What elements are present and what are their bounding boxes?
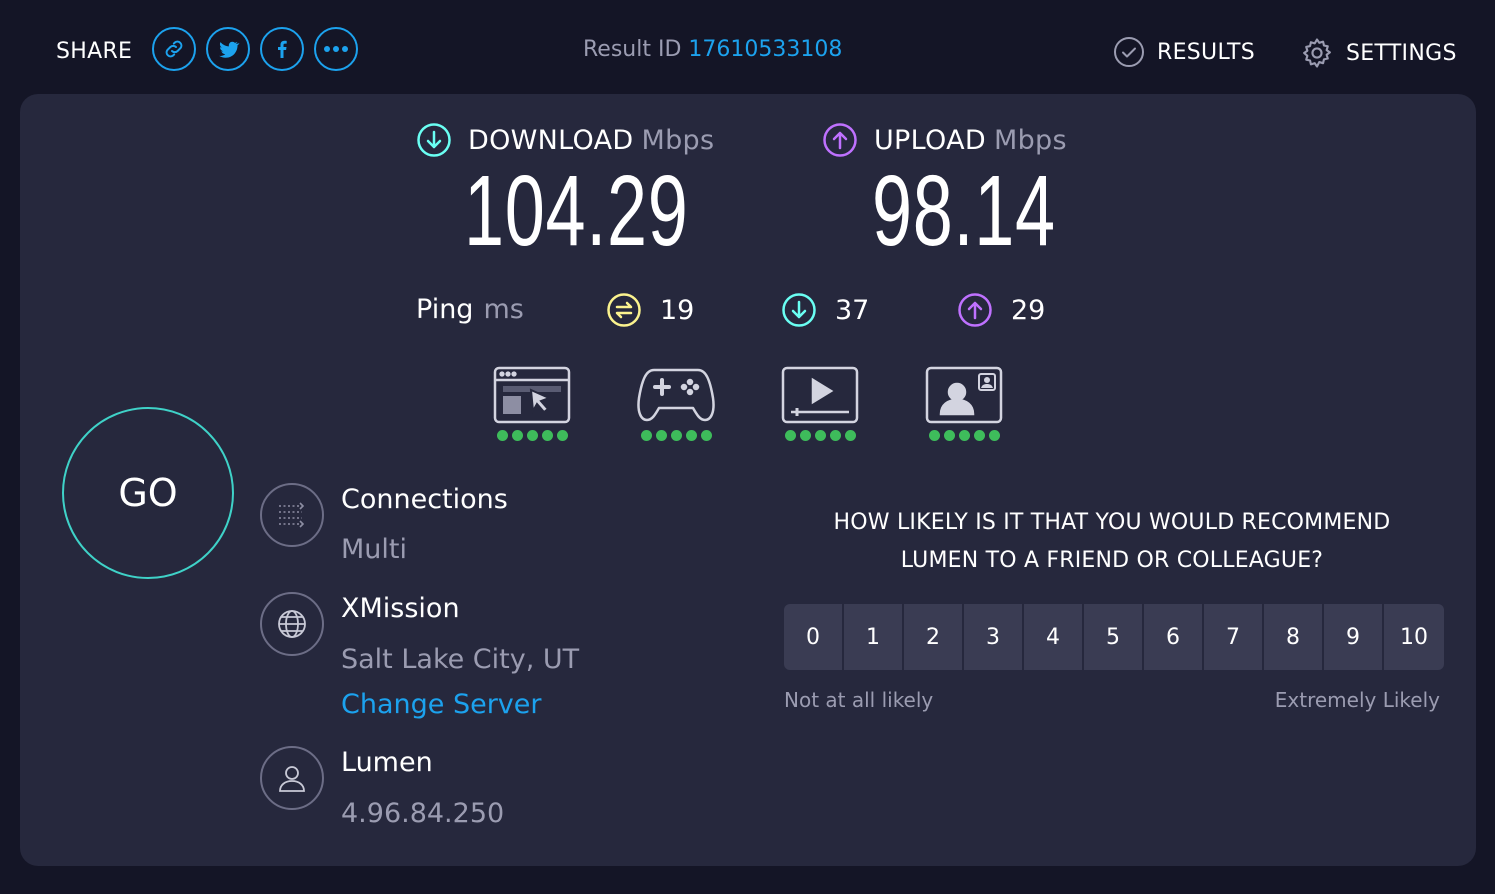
nps-option-1[interactable]: 1	[844, 604, 902, 670]
rating-dots	[928, 430, 1000, 441]
go-button[interactable]: GO	[62, 407, 234, 579]
isp-ip: 4.96.84.250	[341, 798, 505, 829]
connections-icon	[260, 483, 324, 547]
activity-video-streaming[interactable]	[780, 366, 860, 441]
ping-upload-value: 29	[1011, 294, 1046, 326]
nps-scale: 0 1 2 3 4 5 6 7 8 9 10	[784, 604, 1444, 670]
activity-video-call[interactable]	[924, 366, 1004, 441]
download-speed-value: 104.29	[464, 155, 689, 267]
download-header: DOWNLOAD Mbps	[416, 122, 714, 158]
upload-arrow-icon	[823, 123, 857, 157]
isp-name: Lumen	[341, 747, 433, 778]
gear-icon	[1303, 38, 1331, 68]
upload-latency-icon	[958, 293, 992, 327]
nps-high-label: Extremely Likely	[1274, 688, 1440, 712]
change-server-link[interactable]: Change Server	[341, 689, 542, 720]
nps-option-3[interactable]: 3	[964, 604, 1022, 670]
link-icon	[165, 40, 183, 58]
nps-low-label: Not at all likely	[784, 688, 934, 712]
nps-option-10[interactable]: 10	[1384, 604, 1444, 670]
settings-label: SETTINGS	[1346, 40, 1457, 66]
activity-web-browsing[interactable]	[492, 366, 572, 441]
share-label: SHARE	[56, 39, 133, 64]
download-unit: Mbps	[641, 124, 715, 156]
facebook-icon	[278, 40, 287, 58]
nps-option-9[interactable]: 9	[1324, 604, 1382, 670]
download-label: DOWNLOAD	[468, 124, 634, 156]
connections-value: Multi	[341, 534, 407, 565]
download-arrow-icon	[417, 123, 451, 157]
download-latency-icon	[782, 293, 816, 327]
ping-download: 37	[781, 292, 869, 328]
rating-dots	[496, 430, 568, 441]
upload-speed-value: 98.14	[872, 155, 1056, 267]
result-id: Result ID 17610533108	[583, 37, 842, 62]
connections-title: Connections	[341, 484, 508, 515]
ping-idle: 19	[606, 292, 694, 328]
nps-option-4[interactable]: 4	[1024, 604, 1082, 670]
share-twitter-button[interactable]	[206, 27, 250, 71]
ping-download-value: 37	[835, 294, 870, 326]
result-id-link[interactable]: 17610533108	[688, 37, 842, 62]
top-bar: SHARE Result ID 17610533108 RESULTS SETT…	[0, 0, 1495, 94]
upload-header: UPLOAD Mbps	[822, 122, 1067, 158]
result-id-label: Result ID	[583, 37, 682, 62]
results-label: RESULTS	[1157, 39, 1255, 65]
survey-question-line2: LUMEN TO A FRIEND OR COLLEAGUE?	[900, 548, 1324, 573]
results-link[interactable]: RESULTS	[1113, 36, 1255, 68]
upload-unit: Mbps	[993, 124, 1067, 156]
results-card: DOWNLOAD Mbps 104.29 UPLOAD Mbps 98.14 P…	[20, 94, 1476, 866]
survey-question-line1: HOW LIKELY IS IT THAT YOU WOULD RECOMMEN…	[833, 510, 1391, 535]
nps-option-6[interactable]: 6	[1144, 604, 1202, 670]
ping-idle-value: 19	[660, 294, 695, 326]
nps-option-7[interactable]: 7	[1204, 604, 1262, 670]
server-name: XMission	[341, 593, 460, 624]
survey-question: HOW LIKELY IS IT THAT YOU WOULD RECOMMEN…	[784, 504, 1440, 580]
ping-label: Ping ms	[416, 294, 524, 325]
video-call-icon	[925, 366, 1003, 424]
rating-dots	[784, 430, 856, 441]
server-location: Salt Lake City, UT	[341, 644, 580, 675]
rating-dots	[640, 430, 712, 441]
activity-gaming[interactable]	[636, 366, 716, 441]
check-circle-icon	[1114, 37, 1144, 67]
share-facebook-button[interactable]	[260, 27, 304, 71]
nps-option-8[interactable]: 8	[1264, 604, 1322, 670]
settings-link[interactable]: SETTINGS	[1300, 36, 1457, 70]
globe-icon	[260, 592, 324, 656]
video-streaming-icon	[781, 366, 859, 424]
ping-upload: 29	[957, 292, 1045, 328]
nps-option-0[interactable]: 0	[784, 604, 842, 670]
nps-option-5[interactable]: 5	[1084, 604, 1142, 670]
share-more-button[interactable]	[314, 27, 358, 71]
user-icon	[260, 746, 324, 810]
ping-label-text: Ping	[416, 294, 474, 325]
twitter-icon	[219, 41, 240, 58]
gaming-icon	[637, 368, 715, 422]
share-link-button[interactable]	[152, 27, 196, 71]
nps-option-2[interactable]: 2	[904, 604, 962, 670]
web-browsing-icon	[493, 366, 571, 424]
more-icon	[324, 46, 348, 52]
ping-unit: ms	[483, 294, 524, 325]
upload-label: UPLOAD	[874, 124, 986, 156]
idle-latency-icon	[607, 293, 641, 327]
